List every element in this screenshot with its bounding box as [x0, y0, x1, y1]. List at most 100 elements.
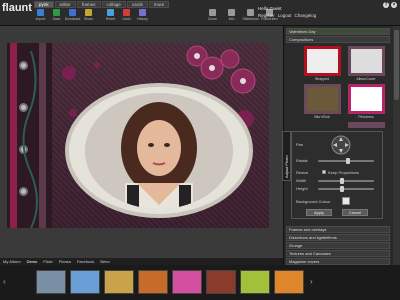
undo-button[interactable]: Undo — [120, 9, 133, 21]
pan-label: Pan — [296, 142, 304, 147]
main-tabs: pynk editor frames collage cards more — [34, 1, 170, 8]
keep-proportions-label: Keep Proportions — [328, 170, 359, 175]
slider-knob[interactable] — [346, 158, 350, 164]
resize-label: Resize — [296, 170, 309, 175]
import-button[interactable]: import — [34, 9, 47, 21]
width-slider[interactable] — [318, 178, 374, 184]
orange-photo[interactable] — [274, 270, 304, 294]
thumb-pinkdress[interactable] — [348, 84, 385, 114]
slider-knob[interactable] — [340, 186, 344, 192]
reset-icon — [107, 9, 114, 16]
thumb-label: Pinkdress — [358, 115, 374, 119]
download-icon — [69, 9, 76, 16]
greeting: Hello Guest — [258, 6, 282, 11]
lime-photo[interactable] — [240, 270, 270, 294]
section-distortions[interactable]: Distortions and lightleffects — [286, 234, 390, 241]
logout-link[interactable]: Logout — [278, 13, 292, 18]
tab-collage[interactable]: collage — [101, 1, 126, 8]
tab-my-album[interactable]: My Album — [3, 258, 21, 265]
slider-knob[interactable] — [340, 178, 344, 184]
download-button[interactable]: Download — [65, 9, 80, 21]
section-textures[interactable]: Textures and Canvases — [286, 250, 390, 257]
thumb-bitsnbob[interactable] — [304, 84, 341, 114]
info-button[interactable]: Info — [225, 9, 238, 21]
flower-photo[interactable] — [172, 270, 202, 294]
thumb-label: Bits'n'Bob — [314, 115, 330, 119]
adjust-photo-tab[interactable]: Adjust Photo — [282, 131, 291, 181]
source-tabs: My Album Demo Flickr Picasa Facebook Beb… — [0, 258, 283, 265]
zoom-button[interactable]: Zoom — [206, 9, 219, 21]
scrollbar-thumb[interactable] — [394, 30, 399, 100]
rotate-slider[interactable] — [318, 158, 374, 164]
undo-icon — [123, 9, 130, 16]
thumb-albumcover[interactable] — [348, 46, 385, 76]
window-controls: ? × — [383, 2, 397, 8]
panel-scrollbar[interactable] — [393, 26, 400, 284]
import-icon — [37, 9, 44, 16]
thumb-label: Wrapped — [314, 77, 330, 81]
colour-swatch[interactable] — [342, 197, 350, 205]
thumb-doodles[interactable] — [348, 122, 385, 128]
category-header[interactable]: Valentines Day — [286, 28, 390, 35]
info-icon — [228, 9, 235, 16]
stitch-line — [22, 50, 38, 228]
fireworks-photo[interactable] — [206, 270, 236, 294]
adjust-tab-label: Adjust Photo — [284, 155, 289, 178]
save-button[interactable]: Save — [50, 9, 63, 21]
photo-card[interactable] — [7, 43, 269, 228]
history-button[interactable]: History — [136, 9, 149, 21]
tab-frames[interactable]: frames — [76, 1, 101, 8]
portrait-photo-thumb[interactable] — [138, 270, 168, 294]
section-magazine[interactable]: Magazine covers — [286, 258, 390, 265]
reset-button[interactable]: Reset — [104, 9, 117, 21]
user-links: Register Logout Changelog — [258, 13, 316, 18]
height-label: Height — [296, 186, 308, 191]
save-icon — [53, 9, 60, 16]
chevron-left-icon[interactable]: ‹ — [3, 277, 9, 287]
pan-control-icon[interactable] — [330, 134, 352, 156]
tab-facebook[interactable]: Facebook — [77, 258, 95, 265]
tab-bebo[interactable]: Bebo — [100, 258, 109, 265]
apply-button[interactable]: Apply — [306, 209, 332, 216]
slideshow-icon — [247, 9, 254, 16]
toolbar: import Save Download Share Reset Undo Hi… — [34, 9, 149, 21]
sunset-photo[interactable] — [104, 270, 134, 294]
share-icon — [85, 9, 92, 16]
app-logo: flaunt — [2, 2, 32, 14]
close-icon[interactable]: × — [391, 2, 397, 8]
section-compositions[interactable]: Compositions — [286, 36, 390, 43]
sky-photo[interactable] — [36, 270, 66, 294]
tab-pynk[interactable]: pynk — [34, 1, 54, 8]
tab-more[interactable]: more — [148, 1, 170, 8]
keep-proportions-checkbox[interactable] — [322, 170, 326, 174]
tab-picasa[interactable]: Picasa — [59, 258, 71, 265]
tab-demo[interactable]: Demo — [27, 258, 38, 265]
cancel-button[interactable]: Cancel — [342, 209, 368, 216]
slideshow-button[interactable]: Slideshow — [243, 9, 258, 21]
photo-strip: ‹ › — [0, 265, 400, 300]
chevron-right-icon[interactable]: › — [310, 277, 316, 287]
top-bar: flaunt pynk editor frames collage cards … — [0, 0, 400, 26]
tab-editor[interactable]: editor — [54, 1, 76, 8]
background-colour-label: Background Colour — [296, 199, 331, 204]
width-label: Width — [296, 178, 307, 183]
rotate-label: Rotate — [296, 158, 308, 163]
register-link[interactable]: Register — [258, 13, 275, 18]
zoom-icon — [209, 9, 216, 16]
canvas-area — [0, 26, 283, 258]
beach-photo[interactable] — [70, 270, 100, 294]
portrait-image — [85, 93, 233, 209]
portrait-photo[interactable] — [85, 93, 233, 209]
thumb-wrapped[interactable] — [304, 46, 341, 76]
tab-cards[interactable]: cards — [126, 1, 148, 8]
history-icon — [139, 9, 146, 16]
thumb-label: AlbumCover — [356, 77, 376, 81]
height-slider[interactable] — [318, 186, 374, 192]
help-icon[interactable]: ? — [383, 2, 389, 8]
share-button[interactable]: Share — [82, 9, 95, 21]
adjust-photo-panel: Pan Rotate Resize Keep Proportions Width… — [291, 131, 383, 219]
changelog-link[interactable]: Changelog — [295, 13, 317, 18]
section-grunge[interactable]: Grunge — [286, 242, 390, 249]
section-frames[interactable]: Frames and overlays — [286, 226, 390, 233]
tab-flickr[interactable]: Flickr — [43, 258, 53, 265]
